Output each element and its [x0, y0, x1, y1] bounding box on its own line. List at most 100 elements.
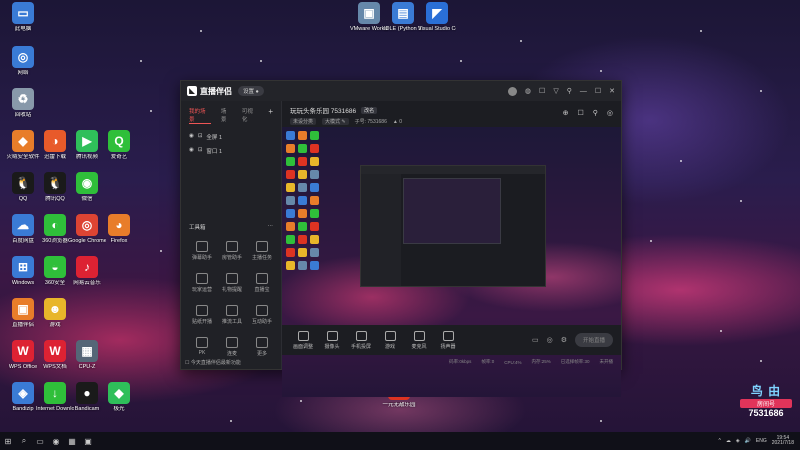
star [720, 330, 722, 332]
search-icon[interactable]: ⚲ [593, 109, 598, 117]
tab-scenes[interactable]: 场景 [221, 107, 232, 124]
desktop-icon[interactable]: ☻ 游戏 [36, 298, 74, 328]
live-app-icon[interactable]: ▣ [80, 432, 96, 450]
layout-icon[interactable]: ▭ [532, 336, 539, 344]
source-item[interactable]: ◉ ⊡ 全屏 1 [181, 130, 281, 144]
app-icon: Q [108, 130, 130, 152]
user-avatar[interactable] [507, 86, 517, 96]
title-bar: ◣ 直播伴侣 设置 ● ◍ ☐ ▽ ⚲ — ☐ ✕ [181, 81, 621, 101]
category-chip[interactable]: 未设分类 [290, 118, 317, 125]
desktop-icon-label: Visual Studio Code [418, 26, 456, 32]
visibility-icon[interactable]: ◉ [189, 133, 194, 141]
app-icon: ♪ [76, 256, 98, 278]
control-icon [355, 330, 367, 341]
mode-chip[interactable]: 大模式 ✎ [322, 118, 349, 125]
tool-icon [196, 337, 208, 348]
window-icon[interactable]: ☐ [539, 87, 545, 95]
tool-item[interactable]: 更多 [247, 337, 277, 357]
source-label: 全屏 1 [206, 135, 223, 141]
tool-icon [256, 305, 268, 316]
tool-item[interactable]: 推流工具 [217, 305, 247, 325]
network-icon[interactable]: ◈ [736, 438, 740, 444]
tab-visual[interactable]: 可视化 [242, 107, 258, 124]
tool-icon [226, 273, 238, 284]
preview-desktop-icon [286, 235, 295, 244]
desktop-icon[interactable]: ◕ Firefox [100, 214, 138, 244]
close-button[interactable]: ✕ [609, 87, 615, 95]
preview-desktop-icon [286, 170, 295, 179]
preview-desktop-icon [286, 222, 295, 231]
control-button[interactable]: 摄像头 [319, 330, 345, 350]
filter-icon[interactable]: ▽ [553, 87, 558, 95]
tool-item[interactable]: 直播宝 [247, 273, 277, 293]
tool-item[interactable]: 弹幕助手 [187, 241, 217, 261]
browser-icon[interactable]: ◉ [48, 432, 64, 450]
task-view-icon[interactable]: ▭ [32, 432, 48, 450]
tool-item[interactable]: 玩家运营 [187, 273, 217, 293]
sub-account: 子号: 7531686 [354, 119, 387, 125]
file-explorer-icon[interactable]: ▦ [64, 432, 80, 450]
maximize-button[interactable]: ☐ [595, 87, 601, 95]
desktop-icon[interactable]: ♻ 回收站 [4, 88, 42, 118]
gift-icon[interactable]: ⊕ [563, 109, 569, 117]
control-button[interactable]: 麦克风 [406, 330, 432, 350]
app-icon: W [12, 340, 34, 362]
desktop-icon[interactable]: ▤ IDLE (Python 3... [384, 2, 422, 32]
camera-icon[interactable]: ◎ [547, 336, 553, 344]
tab-my-scenes[interactable]: 我的场景 [189, 107, 211, 124]
tool-item[interactable]: 连麦 [217, 337, 247, 357]
minimize-button[interactable]: — [580, 88, 587, 95]
desktop-icon[interactable]: Q 爱奇艺 [100, 130, 138, 160]
desktop-icon[interactable]: ◉ 微信 [68, 172, 106, 202]
tray-expand-icon[interactable]: ^ [718, 438, 720, 444]
tool-item[interactable]: PK [187, 337, 217, 357]
start-live-button[interactable]: 开始直播 [574, 333, 613, 347]
desktop-icon[interactable]: ◎ 网络 [4, 46, 42, 76]
desktop-icon[interactable]: ▦ CPU-Z [68, 340, 106, 370]
source-item[interactable]: ◉ ⊡ 窗口 1 [181, 144, 281, 158]
tool-item[interactable]: 礼物提醒 [217, 273, 247, 293]
desktop-icon[interactable]: ♪ 网易云音乐 [68, 256, 106, 286]
lock-icon[interactable]: ⊡ [198, 147, 203, 155]
lock-icon[interactable]: ⊡ [198, 133, 203, 141]
location-icon[interactable]: ◎ [607, 109, 613, 117]
app-icon: ☻ [44, 298, 66, 320]
control-button[interactable]: 画面调整 [290, 330, 316, 350]
search-icon[interactable]: ⚲ [567, 87, 572, 95]
scene-panel: 我的场景 场景 可视化 + ◉ ⊡ 全屏 1 ◉ ⊡ 窗口 1 工具箱 ··· … [181, 101, 282, 369]
desktop-icon[interactable]: ◆ 极光 [100, 382, 138, 412]
control-button[interactable]: 游戏 [377, 330, 403, 350]
status-item: 码率:0kbps [449, 359, 472, 364]
nested-preview-window [360, 165, 546, 287]
screen-icon[interactable]: ☐ [577, 109, 583, 117]
gear-icon[interactable]: ⚙ [561, 336, 567, 344]
star [300, 400, 302, 402]
control-button[interactable]: 手机投屏 [348, 330, 374, 350]
tool-item[interactable]: 主播任务 [247, 241, 277, 261]
desktop-icon[interactable]: ▭ 此电脑 [4, 2, 42, 32]
feature-notice[interactable]: ☐ 今天直播伴侣最新功能 [185, 359, 241, 366]
message-icon[interactable]: ◍ [525, 87, 531, 95]
app-logo-icon: ◣ [187, 86, 197, 96]
visibility-icon[interactable]: ◉ [189, 147, 194, 155]
control-button[interactable]: 扬声器 [435, 330, 461, 350]
add-source-button[interactable]: + [268, 107, 273, 124]
cloud-icon[interactable]: ☁ [726, 438, 731, 444]
app-icon: ↓ [44, 382, 66, 404]
app-icon: ⊞ [12, 256, 34, 278]
start-button[interactable]: ⊞ [0, 432, 16, 450]
language-indicator[interactable]: ENG [756, 438, 767, 444]
toolbox-more-button[interactable]: ··· [268, 223, 274, 231]
search-icon[interactable]: ⌕ [16, 432, 32, 450]
app-icon: ▤ [392, 2, 414, 24]
volume-icon[interactable]: 🔊 [745, 438, 751, 444]
settings-badge-button[interactable]: 设置 ● [238, 86, 264, 96]
tool-item[interactable]: 贴纸开播 [187, 305, 217, 325]
rename-button[interactable]: 改名 [361, 106, 378, 114]
preview-desktop-icon [298, 222, 307, 231]
tool-item[interactable]: 房管助手 [217, 241, 247, 261]
desktop-icon[interactable]: ◤ Visual Studio Code [418, 2, 456, 32]
tool-item[interactable]: 互动助手 [247, 305, 277, 325]
clock[interactable]: 19:54 2021/7/18 [772, 435, 794, 447]
desktop-icon[interactable]: ▣ VMware Workstati... [350, 2, 388, 32]
